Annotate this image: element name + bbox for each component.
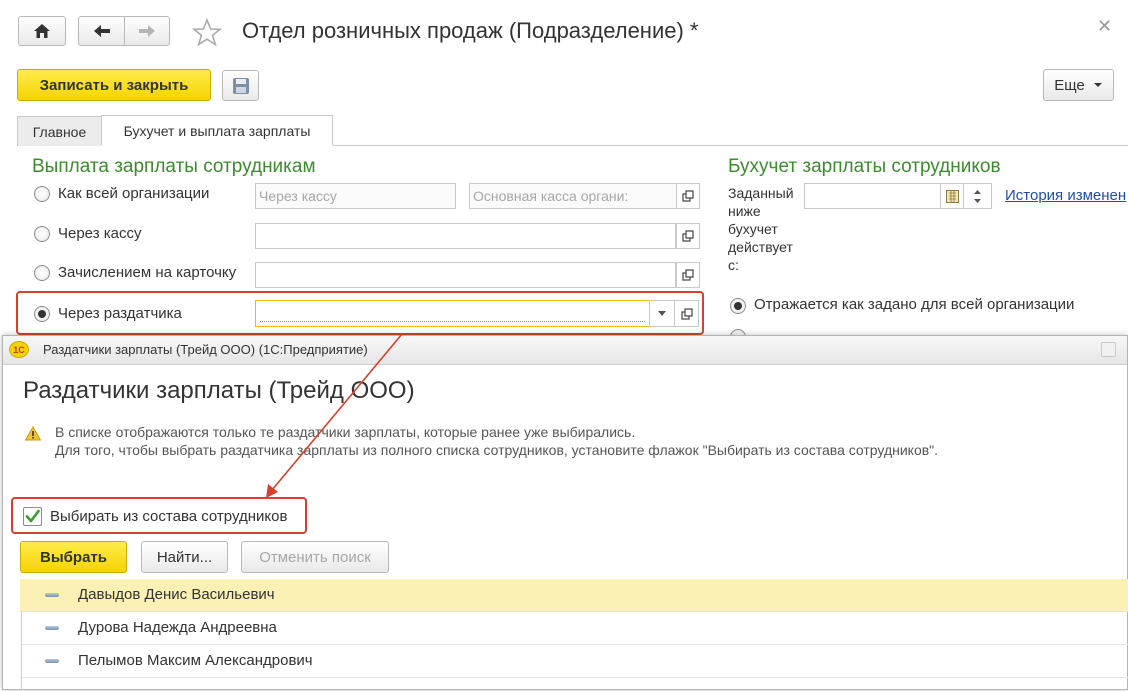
- select-button-label: Выбрать: [40, 548, 107, 566]
- cash-open-button[interactable]: [676, 223, 700, 249]
- item-marker-icon: [45, 659, 59, 663]
- back-button[interactable]: [78, 16, 125, 46]
- forward-button[interactable]: [124, 16, 170, 46]
- label-reflect-as-organization: Отражается как задано для всей организац…: [754, 296, 1075, 313]
- open-window-icon: [682, 269, 694, 281]
- calendar-icon: [945, 189, 959, 203]
- date-label: Заданный ниже бухучет действует с:: [728, 184, 794, 274]
- label-card: Зачислением на карточку: [58, 264, 237, 281]
- home-icon: [34, 24, 50, 38]
- employee-name: Давыдов Денис Васильевич: [78, 586, 275, 603]
- floppy-disk-icon: [232, 77, 249, 94]
- card-field[interactable]: [255, 262, 676, 288]
- list-item[interactable]: Пелымов Максим Александрович: [20, 645, 1128, 678]
- date-label-line: с:: [728, 257, 739, 273]
- tab-accounting-label: Бухучет и выплата зарплаты: [123, 122, 311, 139]
- warning-icon: [25, 426, 41, 441]
- window-title: Отдел розничных продаж (Подразделение) *: [242, 18, 699, 43]
- cash-field[interactable]: [255, 223, 676, 249]
- date-label-line: бухучет: [728, 221, 778, 237]
- more-label: Еще: [1054, 76, 1085, 94]
- date-spinner[interactable]: [964, 183, 992, 209]
- radio-reflect-as-organization[interactable]: [730, 298, 746, 314]
- cancel-search-button[interactable]: Отменить поиск: [241, 541, 389, 573]
- dialog-heading: Раздатчики зарплаты (Трейд ООО): [23, 377, 415, 404]
- find-button[interactable]: Найти...: [141, 541, 228, 573]
- chevron-down-icon: [1093, 83, 1102, 87]
- radio-as-organization[interactable]: [34, 186, 50, 202]
- save-button[interactable]: [222, 70, 259, 101]
- item-marker-icon: [45, 626, 59, 630]
- as-org-cashbox-value: Основная касса органи:: [473, 188, 629, 204]
- history-link[interactable]: История изменен: [1005, 187, 1126, 204]
- as-org-method-value: Через кассу: [259, 188, 337, 204]
- tab-main-label: Главное: [32, 123, 87, 140]
- date-label-line: действует: [728, 239, 793, 255]
- checkbox-highlight: [11, 497, 307, 534]
- radio-card[interactable]: [34, 265, 50, 281]
- card-open-button[interactable]: [676, 262, 700, 288]
- app-logo-text: 1С: [13, 344, 25, 355]
- accounting-heading: Бухучет зарплаты сотрудников: [728, 156, 1001, 177]
- list-item[interactable]: Дурова Надежда Андреевна: [20, 612, 1128, 645]
- list-item[interactable]: Давыдов Денис Васильевич: [20, 579, 1128, 612]
- as-org-cashbox-field: Основная касса органи:: [469, 183, 677, 209]
- tab-accounting[interactable]: Бухучет и выплата зарплаты: [101, 115, 333, 146]
- more-button[interactable]: Еще: [1043, 69, 1114, 101]
- select-button[interactable]: Выбрать: [20, 541, 127, 573]
- open-window-icon: [682, 230, 694, 242]
- tab-main[interactable]: Главное: [17, 116, 102, 146]
- date-label-line: ниже: [728, 203, 761, 219]
- label-cash: Через кассу: [58, 225, 142, 242]
- arrow-left-icon: [93, 25, 110, 37]
- spinner-up-icon: [974, 189, 981, 194]
- arrow-right-icon: [139, 25, 155, 37]
- star-icon[interactable]: [192, 18, 222, 46]
- cancel-search-label: Отменить поиск: [259, 548, 371, 566]
- spinner-down-icon: [974, 198, 981, 203]
- item-marker-icon: [45, 593, 59, 597]
- open-window-icon: [682, 190, 694, 202]
- warning-text-line1: В списке отображаются только те раздатчи…: [55, 424, 636, 440]
- warning-text-line2: Для того, чтобы выбрать раздатчика зарпл…: [55, 442, 939, 458]
- payout-heading: Выплата зарплаты сотрудникам: [32, 156, 316, 177]
- radio-cash[interactable]: [34, 226, 50, 242]
- as-org-open-button[interactable]: [676, 183, 700, 209]
- close-icon[interactable]: ✕: [1097, 16, 1112, 37]
- dialog-title-bar: 1С Раздатчики зарплаты (Трейд ООО) (1С:П…: [3, 336, 1127, 365]
- save-and-close-button[interactable]: Записать и закрыть: [17, 69, 211, 101]
- employee-name: Пелымов Максим Александрович: [78, 652, 313, 669]
- home-button[interactable]: [18, 16, 66, 46]
- label-as-organization: Как всей организации: [58, 185, 210, 202]
- date-label-line: Заданный: [728, 185, 794, 201]
- app-logo-icon: 1С: [9, 341, 29, 358]
- dialog-window-title: Раздатчики зарплаты (Трейд ООО) (1С:Пред…: [43, 342, 368, 357]
- save-and-close-label: Записать и закрыть: [39, 76, 189, 94]
- find-button-label: Найти...: [156, 548, 213, 566]
- employee-name: Дурова Надежда Андреевна: [78, 619, 277, 636]
- as-org-method-field: Через кассу: [255, 183, 456, 209]
- dialog-menu-icon[interactable]: [1101, 342, 1116, 357]
- distributor-highlight: [16, 291, 704, 335]
- date-field[interactable]: [804, 183, 941, 209]
- calendar-button[interactable]: [940, 183, 964, 209]
